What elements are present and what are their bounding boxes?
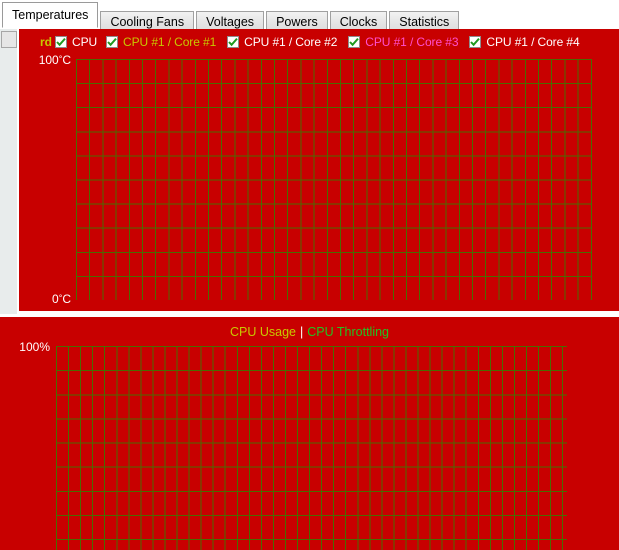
title-separator: | xyxy=(300,325,304,339)
legend-item-cpu1-core1[interactable]: CPU #1 / Core #1 xyxy=(106,35,216,49)
tab-strip: Temperatures Cooling Fans Voltages Power… xyxy=(2,2,460,32)
legend-label: CPU #1 / Core #1 xyxy=(123,35,217,49)
title-cpu-usage[interactable]: CPU Usage xyxy=(230,325,296,339)
axis-label-min-temperature: 0°C xyxy=(52,292,71,306)
legend-item-cpu1-core2[interactable]: CPU #1 / Core #2 xyxy=(227,35,337,49)
cpu-usage-chart-title: CPU Usage | CPU Throttling xyxy=(0,325,619,339)
checkbox-icon[interactable] xyxy=(348,36,361,48)
cpu-usage-graph-panel: CPU Usage | CPU Throttling 100% xyxy=(0,317,619,550)
legend-label: CPU #1 / Core #4 xyxy=(486,35,580,49)
legend-label: CPU #1 / Core #3 xyxy=(365,35,459,49)
scrollbar-thumb[interactable] xyxy=(1,31,17,48)
title-cpu-throttling[interactable]: CPU Throttling xyxy=(307,325,389,339)
legend-item-cpu1-core4[interactable]: CPU #1 / Core #4 xyxy=(469,35,580,49)
cpu-usage-chart-plot[interactable] xyxy=(56,346,567,550)
legend-label: CPU #1 / Core #2 xyxy=(244,35,338,49)
legend-item-cpu1-core3[interactable]: CPU #1 / Core #3 xyxy=(348,35,459,49)
legend-item-cpu[interactable]: CPU xyxy=(55,35,97,49)
checkbox-icon[interactable] xyxy=(106,36,119,48)
checkbox-icon[interactable] xyxy=(55,36,67,48)
vertical-scrollbar[interactable] xyxy=(0,29,18,314)
clipped-sensor-label: rd xyxy=(40,35,52,49)
checkbox-icon[interactable] xyxy=(227,36,240,48)
axis-label-max-usage: 100% xyxy=(19,340,50,354)
temperatures-graph-panel: rd CPU CPU #1 / Core #1 CPU #1 / Core #2 xyxy=(19,29,619,311)
checkbox-icon[interactable] xyxy=(469,36,482,48)
temperatures-chart-plot[interactable] xyxy=(76,59,592,300)
axis-label-max-temperature: 100°C xyxy=(38,53,71,67)
tab-bar: Temperatures Cooling Fans Voltages Power… xyxy=(0,0,619,32)
tab-temperatures[interactable]: Temperatures xyxy=(2,2,99,28)
legend-label: CPU xyxy=(72,35,98,49)
temperatures-legend: CPU CPU #1 / Core #1 CPU #1 / Core #2 CP… xyxy=(55,34,591,50)
